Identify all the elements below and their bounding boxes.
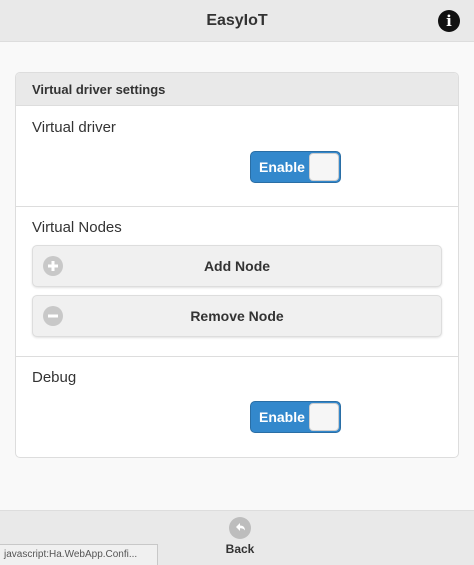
remove-node-label: Remove Node bbox=[190, 308, 284, 324]
back-arrow-icon bbox=[229, 517, 251, 539]
minus-circle-icon bbox=[43, 306, 63, 326]
debug-toggle-label: Enable bbox=[259, 409, 305, 425]
debug-section: Debug Enable bbox=[16, 357, 458, 457]
debug-label: Debug bbox=[32, 369, 77, 386]
info-icon[interactable]: i bbox=[438, 10, 460, 32]
remove-node-button[interactable]: Remove Node bbox=[32, 295, 442, 337]
virtual-nodes-section: Virtual Nodes Add Node Remove Node bbox=[16, 207, 458, 357]
back-button[interactable]: Back bbox=[215, 517, 265, 561]
virtual-driver-label: Virtual driver bbox=[32, 119, 116, 136]
add-node-label: Add Node bbox=[203, 258, 271, 274]
toggle-handle[interactable] bbox=[309, 153, 339, 181]
browser-status-bar: javascript:Ha.WebApp.Confi... bbox=[0, 544, 158, 565]
virtual-driver-toggle-label: Enable bbox=[259, 159, 305, 175]
page-title: EasyIoT bbox=[206, 11, 268, 29]
plus-circle-icon bbox=[43, 256, 63, 276]
add-node-button[interactable]: Add Node bbox=[32, 245, 442, 287]
app-header: EasyIoT i bbox=[0, 0, 474, 42]
virtual-driver-section: Virtual driver Enable bbox=[16, 106, 458, 207]
virtual-driver-toggle[interactable]: Enable bbox=[250, 151, 341, 183]
settings-panel: Virtual driver settings Virtual driver E… bbox=[15, 72, 459, 458]
panel-title: Virtual driver settings bbox=[16, 73, 458, 106]
virtual-nodes-label: Virtual Nodes bbox=[32, 219, 122, 236]
info-glyph: i bbox=[446, 12, 452, 30]
toggle-handle[interactable] bbox=[309, 403, 339, 431]
back-label: Back bbox=[225, 542, 255, 556]
debug-toggle[interactable]: Enable bbox=[250, 401, 341, 433]
